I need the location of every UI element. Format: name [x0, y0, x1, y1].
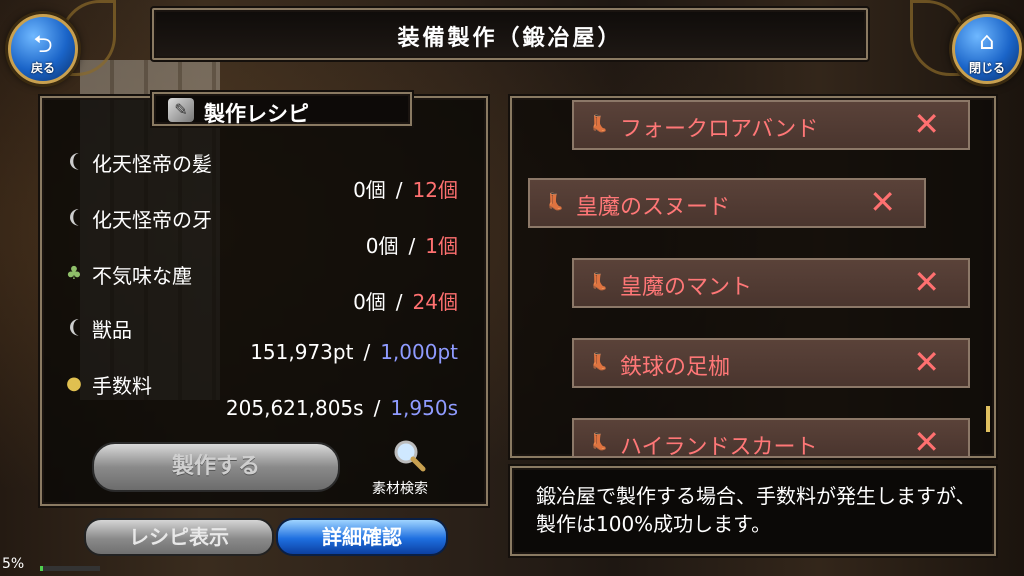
boot-icon: 👢 — [545, 192, 565, 211]
material-name: 不気味な塵 — [92, 264, 192, 288]
material-have: 151,973pt — [250, 340, 354, 364]
material-need: 1個 — [425, 234, 458, 258]
material-need: 24個 — [412, 290, 458, 314]
material-name: 化天怪帝の髪 — [92, 152, 212, 176]
material-count: 0個 / 12個 — [353, 174, 458, 203]
search-icon[interactable] — [392, 438, 426, 472]
equipment-name: 皇魔のマント — [620, 275, 753, 300]
recipe-header: ✎ 製作レシピ — [152, 92, 412, 126]
equipment-item[interactable]: 👢 鉄球の足枷 ✕ — [572, 338, 970, 388]
boot-icon: 👢 — [589, 114, 609, 133]
material-have: 205,621,805s — [225, 396, 364, 420]
recipe-panel: ✎ 製作レシピ ❨ 化天怪帝の髪 0個 / 12個 ❨ 化天怪帝の牙 0個 / 1個 ♣… — [40, 92, 488, 506]
info-text: 鍛冶屋で製作する場合、手数料が発生しますが、製作は100%成功します。 — [536, 484, 976, 536]
material-need: 1,000pt — [380, 340, 458, 364]
back-label: 戻る — [30, 61, 55, 75]
count-separator: / — [363, 340, 371, 364]
count-separator: / — [395, 290, 403, 314]
equipment-item[interactable]: 👢 皇魔のスヌード ✕ — [528, 178, 926, 228]
material-need: 1,950s — [390, 396, 458, 420]
detail-button[interactable]: 詳細確認 — [276, 518, 448, 556]
material-row: ❨ 化天怪帝の牙 0個 / 1個 — [62, 204, 472, 260]
home-icon: ⌂ — [979, 27, 995, 55]
equipment-name: ハイランドスカート — [620, 435, 818, 458]
equipment-name: フォークロアバンド — [620, 117, 819, 142]
material-row: ❨ 化天怪帝の髪 0個 / 12個 — [62, 148, 472, 204]
list-scrollbar[interactable] — [986, 406, 990, 432]
craft-button[interactable]: 製作する — [92, 442, 340, 492]
unavailable-x-icon: ✕ — [913, 423, 940, 458]
count-separator: / — [395, 178, 403, 202]
material-count: 0個 / 24個 — [353, 286, 458, 315]
material-have: 0個 — [353, 178, 386, 202]
material-count: 205,621,805s / 1,950s — [226, 396, 458, 420]
coins-icon: ● — [66, 373, 82, 394]
material-row: ♣ 不気味な塵 0個 / 24個 — [62, 260, 472, 316]
title-bar: 装備製作（鍛冶屋） — [152, 8, 868, 60]
equipment-item[interactable]: 👢 皇魔のマント ✕ — [572, 258, 970, 308]
equipment-name: 鉄球の足枷 — [620, 355, 731, 380]
equipment-item[interactable]: 👢 フォークロアバンド ✕ — [572, 100, 970, 150]
material-have: 0個 — [353, 290, 386, 314]
boot-icon: 👢 — [589, 272, 609, 291]
material-name: 獣品 — [92, 318, 132, 342]
page-title: 装備製作（鍛冶屋） — [397, 26, 623, 51]
claw-icon: ❨ — [66, 317, 82, 338]
material-count: 151,973pt / 1,000pt — [250, 340, 458, 364]
boot-icon: 👢 — [589, 432, 609, 451]
stamina-text: 5% — [2, 556, 25, 572]
equipment-name: 皇魔のスヌード — [576, 195, 731, 220]
close-label: 閉じる — [968, 61, 1005, 75]
material-search-label[interactable]: 素材検索 — [372, 478, 428, 498]
material-have: 0個 — [365, 234, 399, 258]
material-name: 手数料 — [92, 374, 152, 398]
claw-icon: ❨ — [66, 151, 82, 172]
back-button[interactable]: ⮌ 戻る — [8, 14, 78, 84]
stamina-bar — [40, 566, 100, 571]
unavailable-x-icon: ✕ — [913, 105, 940, 143]
material-count: 0個 / 1個 — [366, 230, 458, 259]
equipment-item[interactable]: 👢 ハイランドスカート ✕ — [572, 418, 970, 458]
count-separator: / — [408, 234, 416, 258]
material-row: ❨ 獣品 151,973pt / 1,000pt — [62, 314, 472, 370]
unavailable-x-icon: ✕ — [869, 183, 896, 221]
count-separator: / — [373, 396, 381, 420]
material-need: 12個 — [412, 178, 458, 202]
recipe-scroll-icon: ✎ — [168, 98, 194, 122]
unavailable-x-icon: ✕ — [913, 263, 940, 301]
unavailable-x-icon: ✕ — [913, 343, 940, 381]
close-button[interactable]: ⌂ 閉じる — [952, 14, 1022, 84]
dust-bag-icon: ♣ — [65, 263, 83, 284]
material-name: 化天怪帝の牙 — [92, 208, 212, 232]
info-box: 鍛冶屋で製作する場合、手数料が発生しますが、製作は100%成功します。 — [510, 466, 996, 556]
boot-icon: 👢 — [589, 352, 609, 371]
recipe-view-button[interactable]: レシピ表示 — [84, 518, 274, 556]
recipe-title: 製作レシピ — [204, 102, 309, 126]
claw-icon: ❨ — [66, 207, 82, 228]
stamina-fill — [40, 566, 43, 571]
material-row: ● 手数料 205,621,805s / 1,950s — [62, 370, 472, 426]
